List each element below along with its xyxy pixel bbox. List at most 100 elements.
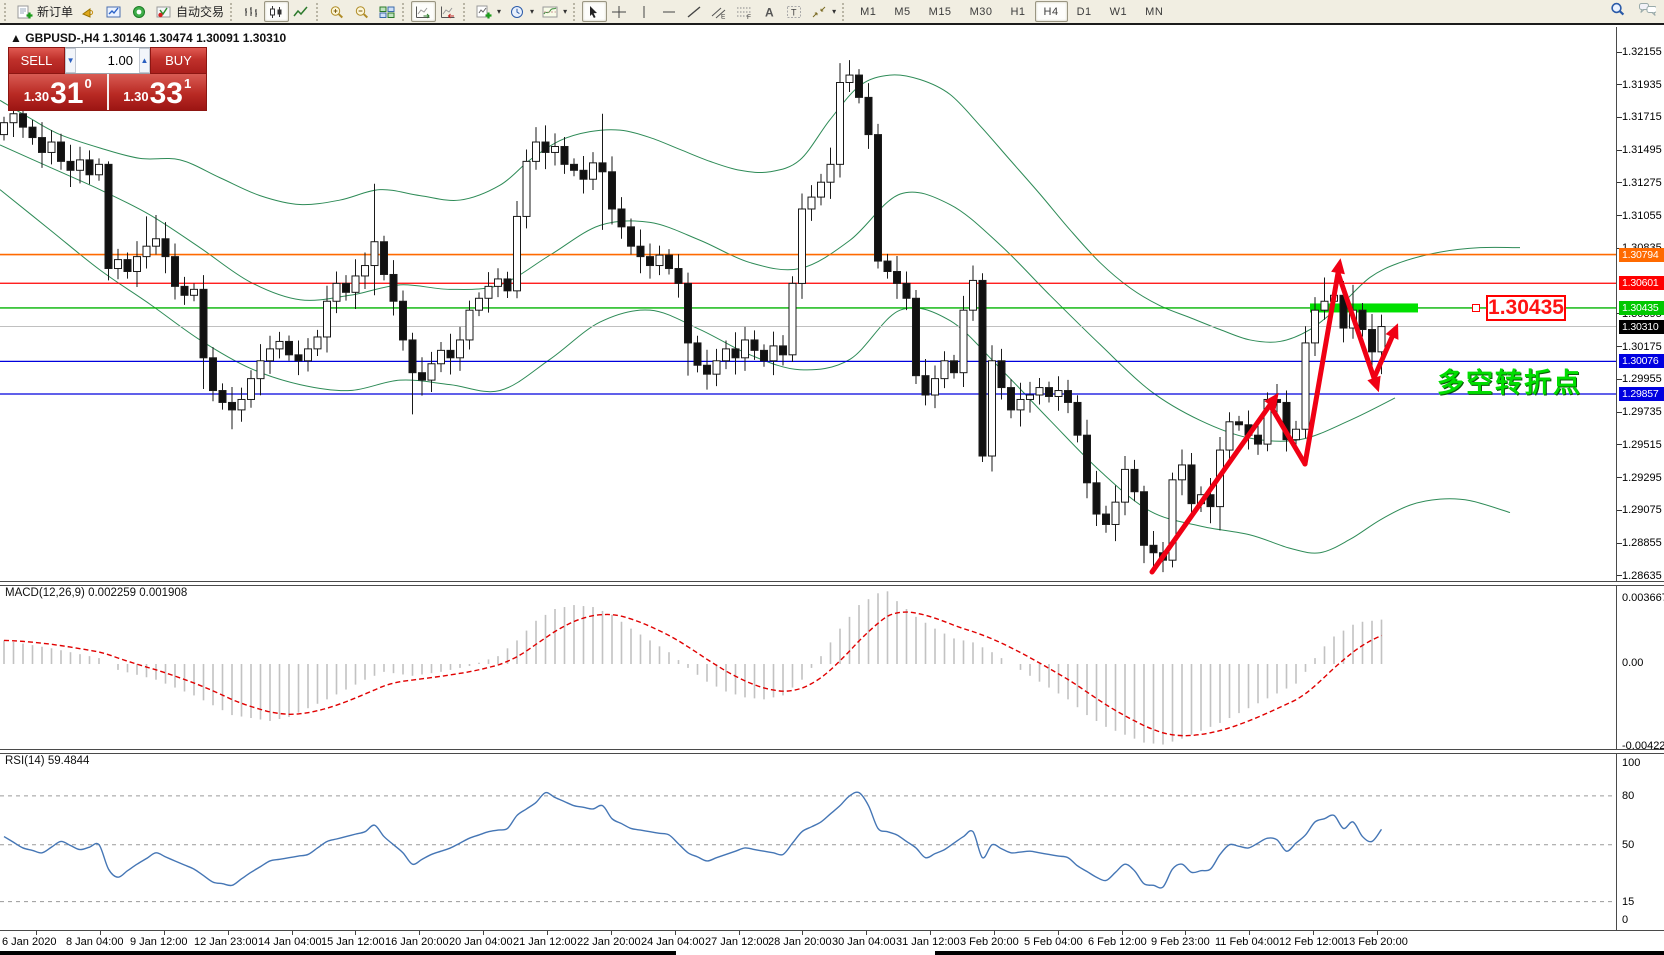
crosshair-button[interactable] [607,1,632,22]
chat-icon[interactable] [1639,2,1656,21]
timeframe-m30-label: M30 [965,6,998,18]
cursor-icon [586,5,603,19]
candle-body [428,364,435,380]
svg-text:A: A [765,5,774,19]
buy-price[interactable]: 1.30 33 1 [109,74,207,110]
turning-point-annotation[interactable]: 多空转折点 [1437,361,1582,400]
candle-body [77,160,84,170]
candlestick-chart-button[interactable] [264,1,289,22]
time-tick-mark [228,931,229,935]
time-tick-mark [675,931,676,935]
horizontal-line-button[interactable] [657,1,682,22]
svg-text:T: T [791,7,797,17]
arrows-button[interactable]: ▾ [807,1,840,22]
zoom-out-button[interactable] [350,1,375,22]
candle-body [732,349,739,358]
price-level-chip: 1.30310 [1619,320,1664,334]
cursor-button[interactable] [582,1,607,22]
time-axis-label: 13 Feb 20:00 [1343,936,1408,948]
candle-body [685,283,692,343]
candle-body [96,164,103,174]
toolbar-group-grip [316,3,321,21]
sell-button[interactable]: SELL [8,47,65,74]
timeframe-d1[interactable]: D1 [1068,1,1101,22]
price-tick-label: 1.31715 [1622,111,1662,123]
toolbar-right-icons [1610,2,1656,21]
sell-price[interactable]: 1.30 31 0 [9,74,109,110]
candle-body [932,379,939,395]
fibonacci-button[interactable]: F [732,1,757,22]
candle-body [552,146,559,152]
candle-body [333,283,340,301]
text-label-button[interactable]: T [782,1,807,22]
buy-button[interactable]: BUY [150,47,207,74]
auto-trading-button[interactable]: 自动交易 [152,1,228,22]
time-tick-mark [1377,931,1378,935]
timeframe-m1[interactable]: M1 [851,1,885,22]
line-chart-button[interactable] [289,1,314,22]
candlestick-chart-icon [268,5,285,19]
candle-body [419,373,426,380]
vertical-line-button[interactable] [632,1,657,22]
candle-body [134,257,141,272]
time-axis-label: 15 Jan 12:00 [321,936,385,948]
trading-platform-window: 新订单自动交易▾▾▾EFAT▾M1M5M15M30H1H4D1W1MN ▲ GB… [0,0,1664,955]
timeframe-m5[interactable]: M5 [885,1,919,22]
timeframe-h1[interactable]: H1 [1001,1,1034,22]
price-tag-handle[interactable] [1472,304,1480,312]
price-tag-label[interactable]: 1.30435 [1486,295,1566,321]
auto-scroll-button[interactable] [411,1,436,22]
trendline-button[interactable] [682,1,707,22]
timeframe-m30[interactable]: M30 [961,1,1002,22]
tile-windows-button[interactable] [375,1,400,22]
text-button[interactable]: A [757,1,782,22]
timeframe-h4[interactable]: H4 [1035,1,1068,22]
new-chart-window-button[interactable] [102,1,127,22]
chart-shift-button[interactable] [436,1,461,22]
timeframe-m15[interactable]: M15 [920,1,961,22]
symbol-search-icon[interactable] [1610,2,1627,21]
volume-increase-button[interactable]: ▲ [139,48,150,73]
fibonacci-icon: F [736,5,753,19]
volume-input[interactable] [76,48,139,73]
candle-body [143,246,150,256]
auto-trading-button-label: 自动交易 [176,3,224,20]
timeframe-mn[interactable]: MN [1136,1,1172,22]
time-axis[interactable]: 6 Jan 20208 Jan 04:009 Jan 12:0012 Jan 2… [0,931,1664,951]
channel-button[interactable]: E [707,1,732,22]
chart-symbol: GBPUSD-,H4 [25,31,99,45]
timeframe-w1[interactable]: W1 [1101,1,1137,22]
candle-body [770,346,777,361]
candle-body [400,301,407,340]
market-watch-button[interactable] [127,1,152,22]
candle-body [1226,422,1233,450]
volume-decrease-button[interactable]: ▼ [65,48,76,73]
candle-body [960,310,967,373]
price-chart-canvas[interactable] [0,27,1664,584]
candle-body [533,142,540,161]
toolbar-group-grip [230,3,235,21]
time-axis-label: 9 Jan 12:00 [130,936,188,948]
collapse-arrow-icon[interactable]: ▲ [10,31,22,45]
new-order-icon [17,5,34,19]
bar-chart-button[interactable] [239,1,264,22]
candle-body [210,358,217,391]
candle-body [780,346,787,355]
candle-body [571,164,578,170]
zoom-in-button[interactable] [325,1,350,22]
candle-body [1150,545,1157,552]
new-chart-button[interactable]: ▾ [472,1,505,22]
candle-body [257,361,264,379]
indicators-button[interactable]: ▾ [538,1,571,22]
time-axis-label: 3 Feb 20:00 [960,936,1019,948]
macd-chart-canvas[interactable] [0,584,1664,749]
candle-body [39,138,46,153]
rsi-chart-canvas[interactable] [0,752,1664,930]
time-axis-label: 28 Jan 20:00 [768,936,832,948]
new-order-button[interactable]: 新订单 [13,1,77,22]
profiles-button[interactable]: ▾ [505,1,538,22]
alert-button[interactable] [77,1,102,22]
candle-body [1084,435,1091,483]
price-tick-label: 1.31935 [1622,79,1662,91]
candle-body [1236,422,1243,425]
